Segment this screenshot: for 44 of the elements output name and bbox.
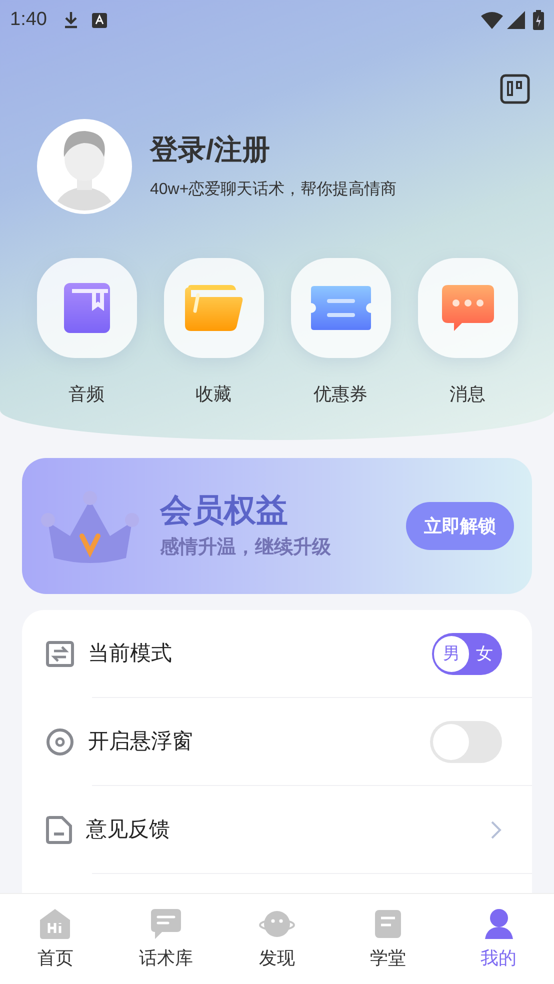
download-icon: [62, 11, 79, 29]
avatar[interactable]: [37, 119, 132, 214]
chat-icon: [150, 906, 182, 940]
shortcut-label[interactable]: 音频: [68, 381, 104, 408]
vip-subtitle: 感情升温，继续升级: [160, 536, 332, 560]
person-icon: [484, 906, 514, 940]
profile-subtitle: 40w+恋爱聊天话术，帮你提高情商: [150, 180, 397, 200]
setting-label: 当前模式: [88, 641, 173, 668]
nav-tab[interactable]: 首页: [0, 894, 111, 984]
nav-tab[interactable]: 发现: [222, 894, 332, 984]
ticket-icon: [310, 286, 370, 330]
swap-icon: [46, 641, 74, 667]
nav-tab[interactable]: 学堂: [332, 894, 444, 984]
shortcut-button[interactable]: [36, 258, 136, 358]
crown-icon: [40, 488, 140, 564]
shortcut-button[interactable]: [164, 258, 264, 358]
shortcut-label[interactable]: 收藏: [196, 381, 232, 408]
gender-option[interactable]: 男: [434, 636, 469, 672]
signal-icon: [507, 11, 525, 29]
setting-label: 开启悬浮窗: [88, 729, 194, 756]
login-title[interactable]: 登录/注册: [150, 132, 397, 168]
book-icon: [64, 283, 110, 333]
nav-tab[interactable]: 话术库: [110, 894, 222, 984]
target-icon: [46, 728, 74, 756]
vip-title: 会员权益: [160, 490, 289, 530]
wifi-icon: [481, 12, 503, 28]
gender-toggle[interactable]: 男 女: [432, 633, 502, 675]
shortcut-label[interactable]: 消息: [450, 381, 486, 408]
setting-label: 意见反馈: [86, 817, 171, 844]
battery-icon: [533, 10, 544, 30]
document-icon: [46, 816, 72, 844]
card-icon[interactable]: [500, 74, 530, 104]
chat-bubble-icon: [442, 285, 494, 331]
folder-icon: [184, 285, 242, 331]
gender-option[interactable]: 女: [468, 636, 500, 672]
shortcut-button[interactable]: [418, 258, 518, 358]
shortcut-button[interactable]: [290, 258, 390, 358]
keyboard-app-icon: [92, 12, 107, 28]
floating-window-switch[interactable]: [430, 721, 502, 763]
chevron-right-icon: [490, 820, 502, 840]
shortcut-label[interactable]: 优惠券: [314, 381, 368, 408]
status-time: 1:40: [10, 8, 47, 32]
nav-tab[interactable]: 我的: [443, 894, 554, 984]
house-icon: [39, 906, 72, 940]
